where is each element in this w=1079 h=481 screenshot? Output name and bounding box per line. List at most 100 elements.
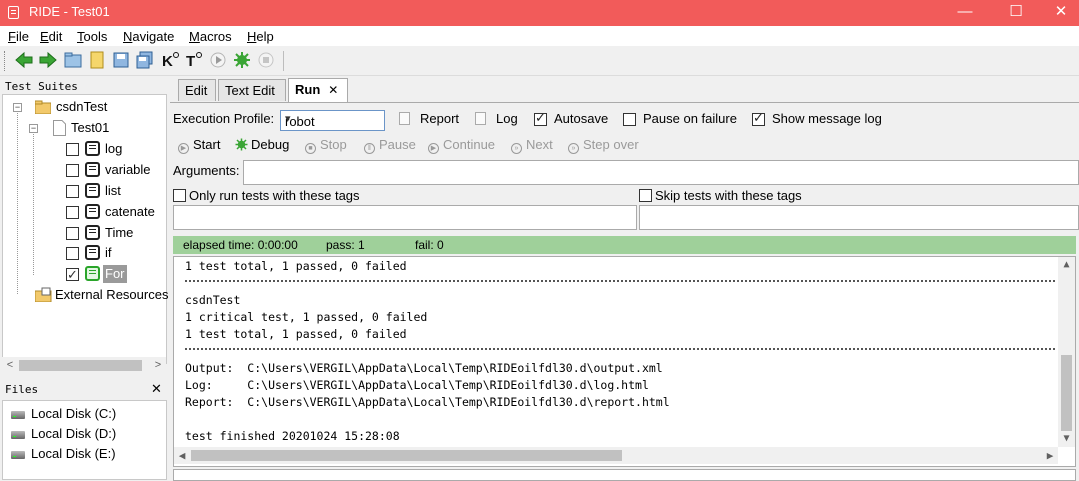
tree-item-test01[interactable]: − Test01 bbox=[29, 118, 159, 138]
debug-button[interactable]: Debug bbox=[234, 137, 289, 152]
menu-help[interactable]: Help bbox=[247, 29, 274, 44]
next-button[interactable]: » Next bbox=[511, 137, 553, 154]
disk-icon bbox=[11, 411, 25, 419]
arguments-input[interactable] bbox=[243, 160, 1079, 185]
test-checkbox[interactable] bbox=[66, 227, 79, 240]
tab-close-icon[interactable]: ✕ bbox=[328, 83, 338, 97]
stop-icon: ■ bbox=[305, 143, 316, 154]
test-checkbox[interactable] bbox=[66, 143, 79, 156]
scroll-right-icon[interactable]: ▶ bbox=[1042, 447, 1058, 464]
test-checkbox[interactable] bbox=[66, 247, 79, 260]
output-line: 1 test total, 1 passed, 0 failed bbox=[185, 259, 407, 273]
test-search-icon[interactable]: T bbox=[184, 50, 204, 70]
save-icon[interactable] bbox=[111, 50, 131, 70]
arguments-label: Arguments: bbox=[173, 163, 240, 178]
disk-item-e[interactable]: Local Disk (E:) bbox=[9, 444, 159, 464]
log-button[interactable]: Log bbox=[496, 111, 518, 126]
scroll-up-icon[interactable]: ▲ bbox=[1058, 257, 1075, 273]
skip-tags-checkbox[interactable] bbox=[639, 189, 652, 202]
disk-item-d[interactable]: Local Disk (D:) bbox=[9, 424, 159, 444]
app-icon bbox=[8, 6, 19, 19]
output-line: 1 test total, 1 passed, 0 failed bbox=[185, 327, 407, 341]
menu-edit[interactable]: Edit bbox=[40, 29, 62, 44]
chevron-down-icon: ▾ bbox=[285, 113, 291, 125]
scroll-down-icon[interactable]: ▼ bbox=[1058, 431, 1075, 447]
autosave-checkbox[interactable] bbox=[534, 110, 547, 126]
maximize-button[interactable]: ☐ bbox=[993, 0, 1039, 26]
message-log-area[interactable] bbox=[173, 469, 1076, 481]
open-folder-icon[interactable] bbox=[63, 50, 83, 70]
menu-file[interactable]: File bbox=[8, 29, 29, 44]
robot-test-icon bbox=[85, 162, 100, 177]
new-file-icon[interactable] bbox=[87, 50, 107, 70]
test-suites-header: Test Suites bbox=[5, 80, 78, 93]
tree-item-external-resources[interactable]: External Resources bbox=[33, 285, 168, 305]
keyword-search-icon[interactable]: K bbox=[160, 50, 180, 70]
external-resources-icon bbox=[35, 287, 52, 302]
disk-item-c[interactable]: Local Disk (C:) bbox=[9, 404, 159, 424]
tree-item-test[interactable]: list bbox=[66, 181, 166, 201]
save-all-icon[interactable] bbox=[135, 50, 155, 70]
scroll-left-icon[interactable]: ◀ bbox=[174, 447, 190, 464]
tree-item-csdntest[interactable]: − csdnTest bbox=[13, 97, 163, 117]
scroll-left-icon[interactable]: < bbox=[2, 357, 18, 374]
tree-item-test-selected[interactable]: For bbox=[66, 264, 166, 285]
execution-profile-select[interactable]: robot ▾ bbox=[280, 110, 385, 131]
disk-icon bbox=[11, 431, 25, 439]
minimize-button[interactable]: — bbox=[942, 0, 988, 26]
scrollbar-thumb[interactable] bbox=[19, 360, 142, 371]
close-button[interactable]: ✕ bbox=[1038, 0, 1079, 26]
back-icon[interactable] bbox=[14, 50, 34, 70]
forward-icon[interactable] bbox=[38, 50, 58, 70]
tab-run[interactable]: Run ✕ bbox=[288, 78, 348, 102]
debug-icon bbox=[235, 138, 248, 151]
include-tags-input[interactable] bbox=[173, 205, 637, 230]
exclude-tags-input[interactable] bbox=[639, 205, 1079, 230]
test-checkbox[interactable] bbox=[66, 185, 79, 198]
tree-item-test[interactable]: if bbox=[66, 243, 166, 263]
test-checkbox[interactable] bbox=[66, 206, 79, 219]
scroll-right-icon[interactable]: > bbox=[150, 357, 166, 374]
test-checkbox[interactable] bbox=[66, 164, 79, 177]
start-button[interactable]: ▶ Start bbox=[178, 137, 220, 154]
tree-item-test[interactable]: Time bbox=[66, 223, 166, 243]
pause-on-failure-checkbox[interactable] bbox=[623, 113, 636, 126]
scrollbar-thumb[interactable] bbox=[191, 450, 622, 461]
only-run-tags-checkbox[interactable] bbox=[173, 189, 186, 202]
tree-item-test[interactable]: catenate bbox=[66, 202, 166, 222]
run-output-log[interactable]: 1 test total, 1 passed, 0 failed csdnTes… bbox=[173, 256, 1076, 467]
tree-item-test[interactable]: log bbox=[66, 139, 166, 159]
tree-item-test[interactable]: variable bbox=[66, 160, 166, 180]
toolbar-grip[interactable] bbox=[4, 51, 8, 71]
tab-text-edit[interactable]: Text Edit bbox=[218, 79, 286, 101]
test-label: For bbox=[103, 265, 127, 283]
robot-test-icon bbox=[85, 204, 100, 219]
tab-edit[interactable]: Edit bbox=[178, 79, 216, 101]
step-over-button[interactable]: » Step over bbox=[568, 137, 639, 154]
report-button[interactable]: Report bbox=[420, 111, 459, 126]
robot-test-icon bbox=[85, 225, 100, 240]
menu-tools[interactable]: Tools bbox=[77, 29, 107, 44]
pause-button[interactable]: ‖ Pause bbox=[364, 137, 416, 154]
debug-icon[interactable] bbox=[232, 50, 252, 70]
stop-icon[interactable] bbox=[256, 50, 276, 70]
files-close-icon[interactable]: ✕ bbox=[151, 381, 162, 397]
tree-horizontal-scrollbar[interactable]: < > bbox=[2, 357, 166, 374]
continue-button[interactable]: ▶ Continue bbox=[428, 137, 495, 154]
show-message-log-checkbox[interactable] bbox=[752, 110, 765, 126]
log-vertical-scrollbar[interactable]: ▲ ▼ bbox=[1058, 257, 1075, 447]
log-horizontal-scrollbar[interactable]: ◀ ▶ bbox=[174, 447, 1058, 464]
menu-macros[interactable]: Macros bbox=[189, 29, 232, 44]
title-bar: RIDE - Test01 — ☐ ✕ bbox=[0, 0, 1079, 26]
run-icon[interactable] bbox=[208, 50, 228, 70]
output-line: Report: C:\Users\VERGIL\AppData\Local\Te… bbox=[185, 395, 670, 409]
pause-icon: ‖ bbox=[364, 143, 375, 154]
output-line: 1 critical test, 1 passed, 0 failed bbox=[185, 310, 428, 324]
skip-tags-label: Skip tests with these tags bbox=[655, 188, 802, 203]
stop-button[interactable]: ■ Stop bbox=[305, 137, 347, 154]
suite-label: csdnTest bbox=[56, 99, 108, 114]
scrollbar-thumb[interactable] bbox=[1061, 355, 1072, 431]
menu-navigate[interactable]: Navigate bbox=[123, 29, 174, 44]
test-checkbox[interactable] bbox=[66, 265, 79, 285]
tree-guide-line bbox=[17, 111, 18, 294]
